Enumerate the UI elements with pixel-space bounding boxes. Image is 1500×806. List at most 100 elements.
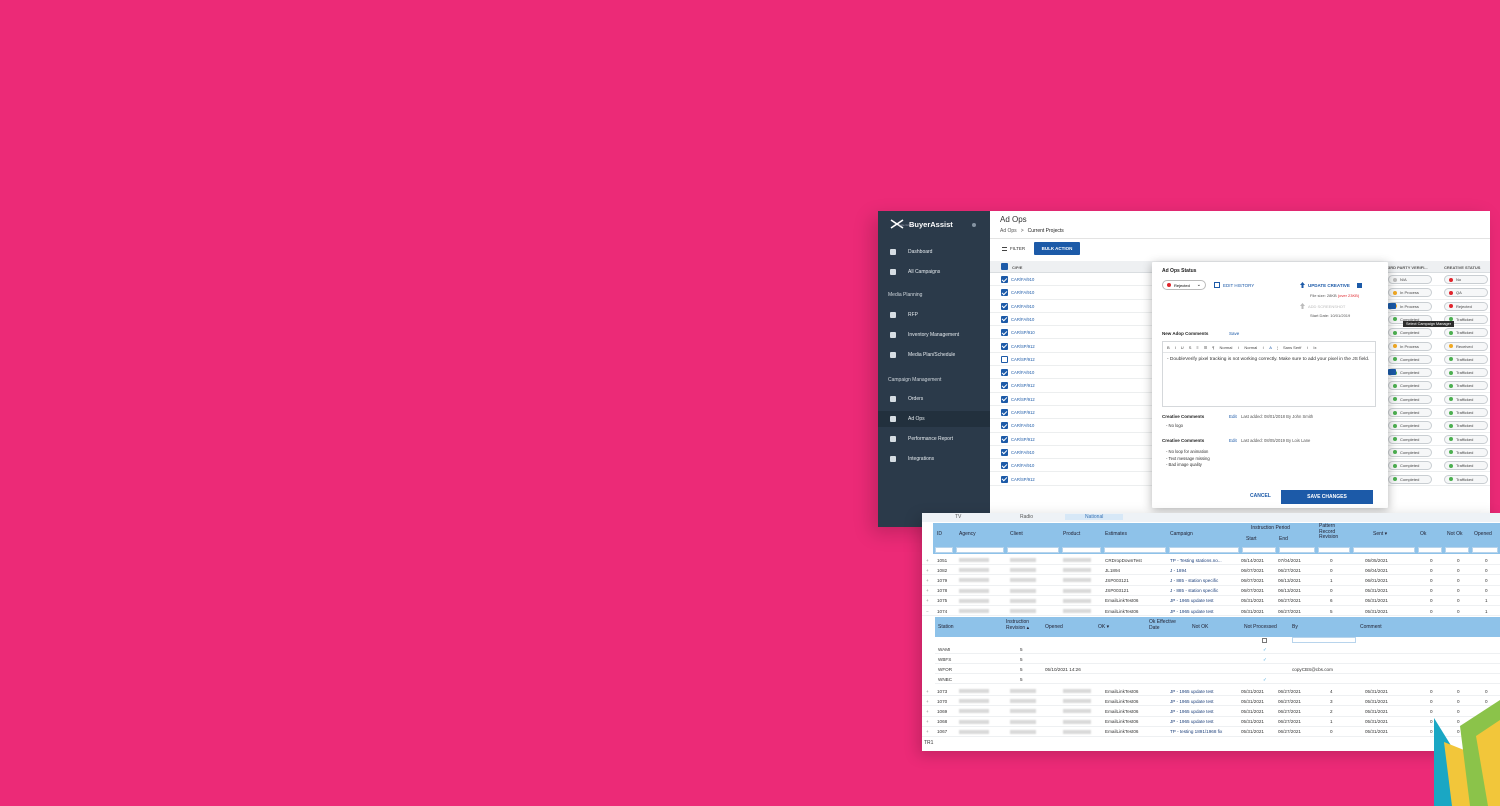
cell-campaign[interactable]: JP - 1965 update test xyxy=(1170,709,1214,714)
filter-input[interactable] xyxy=(935,547,953,553)
bulk-action-button[interactable]: BULK ACTION xyxy=(1034,242,1080,255)
row-checkbox[interactable] xyxy=(1001,355,1008,363)
tab-radio[interactable]: Radio xyxy=(1020,514,1033,520)
row-checkbox[interactable] xyxy=(1001,329,1008,337)
comment-icon[interactable] xyxy=(1388,369,1396,375)
row-checkbox[interactable] xyxy=(1001,435,1008,443)
project-id-link[interactable]: CAR/SP/912 xyxy=(1011,410,1035,415)
col-by[interactable]: By xyxy=(1292,624,1298,630)
table-row[interactable]: +1073 EmailLinkTest06 JP - 1965 update tes… xyxy=(922,686,1500,697)
project-id-link[interactable]: CAR/SP/910 xyxy=(1011,330,1035,335)
filter-input[interactable] xyxy=(1007,547,1059,553)
col-client[interactable]: Client xyxy=(1010,531,1023,537)
creative-status-badge[interactable]: QA xyxy=(1444,288,1488,298)
cell-campaign[interactable]: TP - Testing stations.no... xyxy=(1170,558,1222,563)
filter-input[interactable] xyxy=(1062,547,1101,553)
cell-campaign[interactable]: JP - 1965 update test xyxy=(1170,699,1214,704)
col-station[interactable]: Station xyxy=(938,624,954,630)
cell-campaign[interactable]: JP - 1965 update test xyxy=(1170,609,1214,614)
col-opened[interactable]: Opened xyxy=(1045,624,1063,630)
filter-input[interactable] xyxy=(1445,547,1469,553)
project-id-link[interactable]: CAR/SP/912 xyxy=(1011,383,1035,388)
filter-input[interactable] xyxy=(1318,547,1350,553)
table-row[interactable]: +1067 EmailLinkTest06 TP - testing 1891/19… xyxy=(922,727,1500,737)
table-row[interactable]: +1051 CRDropDownTest TP - Testing stations… xyxy=(922,555,1500,566)
verification-status-badge[interactable]: Completed xyxy=(1388,328,1432,338)
editor-tool-button[interactable]: ¶ xyxy=(1212,345,1214,350)
col-instruction-revision[interactable]: Instruction Revision ▴ xyxy=(1006,619,1038,631)
creative-status-badge[interactable]: Received xyxy=(1444,341,1488,351)
sidebar-item-media-plan-schedule[interactable]: Media Plan/Schedule xyxy=(878,347,990,363)
creative-status-badge[interactable]: Trafficked xyxy=(1444,461,1488,471)
verification-status-badge[interactable]: Completed xyxy=(1388,394,1432,404)
breadcrumb-parent[interactable]: Ad Ops xyxy=(1000,228,1017,234)
filter-button[interactable]: FILTER xyxy=(1002,246,1025,251)
creative-status-badge[interactable]: No xyxy=(1444,275,1488,284)
col-product[interactable]: Product xyxy=(1063,531,1080,537)
editor-tool-button[interactable]: ☰ xyxy=(1204,345,1208,350)
add-screenshot-button[interactable]: ADD SCREENSHOT xyxy=(1300,303,1345,309)
verification-status-badge[interactable]: In Process xyxy=(1388,341,1432,351)
col-estimates[interactable]: Estimates xyxy=(1105,531,1127,537)
expand-row-toggle[interactable]: + xyxy=(926,689,929,694)
sidebar-item-ad-ops[interactable]: Ad Ops xyxy=(878,411,990,427)
filter-checkbox[interactable] xyxy=(1262,638,1267,643)
editor-tool-button[interactable]: A xyxy=(1269,345,1272,350)
row-checkbox[interactable] xyxy=(1001,382,1008,390)
row-checkbox[interactable] xyxy=(1001,302,1008,310)
row-checkbox[interactable] xyxy=(1001,395,1008,403)
filter-input[interactable] xyxy=(1418,547,1442,553)
edit-link[interactable]: Edit xyxy=(1229,414,1237,419)
editor-tool-button[interactable]: Sans Serif xyxy=(1283,345,1301,350)
editor-tool-button[interactable]: ↕ xyxy=(1262,345,1264,350)
expand-row-toggle[interactable]: + xyxy=(926,558,929,563)
filter-input[interactable] xyxy=(1104,547,1166,553)
filter-input[interactable] xyxy=(956,547,1004,553)
project-id-link[interactable]: CAR/FA/910 xyxy=(1011,370,1034,375)
station-row[interactable]: WAMI 5 ✓ xyxy=(935,644,1500,654)
status-dropdown[interactable]: Rejected ⌄ xyxy=(1162,280,1206,290)
cancel-button[interactable]: CANCEL xyxy=(1250,493,1271,499)
row-checkbox[interactable] xyxy=(1001,342,1008,350)
editor-tool-button[interactable]: ↕ xyxy=(1306,345,1308,350)
col-start[interactable]: Start xyxy=(1246,536,1257,542)
editor-tool-button[interactable]: ¦ xyxy=(1277,345,1278,350)
creative-status-badge[interactable]: Trafficked xyxy=(1444,434,1488,444)
editor-tool-button[interactable]: ↕ xyxy=(1237,345,1239,350)
verification-status-badge[interactable]: Completed xyxy=(1388,354,1432,364)
sidebar-item-performance-report[interactable]: Performance Report xyxy=(878,431,990,447)
col-ok[interactable]: OK ▾ xyxy=(1098,624,1109,630)
verification-status-badge[interactable]: Completed xyxy=(1388,408,1432,417)
verification-status-badge[interactable]: Completed xyxy=(1388,434,1432,444)
filter-input[interactable] xyxy=(1242,547,1276,553)
cell-campaign[interactable]: J - 885 - station specific xyxy=(1170,578,1218,583)
station-row[interactable]: WBFS 5 ✓ xyxy=(935,654,1500,664)
verification-status-badge[interactable]: Completed xyxy=(1388,474,1432,484)
col-ok-effective-date[interactable]: Ok Effective Date xyxy=(1149,619,1181,631)
table-row[interactable]: +1079 JSP003121 J - 885 - station specific… xyxy=(922,575,1500,586)
creative-status-badge[interactable]: Trafficked xyxy=(1444,354,1488,364)
col-opened[interactable]: Opened xyxy=(1474,531,1492,537)
preview-icon[interactable] xyxy=(1356,282,1362,288)
cell-campaign[interactable]: J - 885 - station specific xyxy=(1170,588,1218,593)
table-row[interactable]: +1070 EmailLinkTest06 JP - 1965 update tes… xyxy=(922,696,1500,707)
project-id-link[interactable]: CAR/SP/912 xyxy=(1011,437,1035,442)
cell-campaign[interactable]: TP - testing 1891/1968 fix xyxy=(1170,729,1222,734)
creative-status-badge[interactable]: Trafficked xyxy=(1444,394,1488,404)
verification-status-badge[interactable]: Completed xyxy=(1388,421,1432,431)
editor-tool-button[interactable]: Normal xyxy=(1244,345,1257,350)
expand-row-toggle[interactable]: + xyxy=(926,709,929,714)
creative-status-badge[interactable]: Trafficked xyxy=(1444,408,1488,417)
creative-status-badge[interactable]: Trafficked xyxy=(1444,421,1488,431)
row-checkbox[interactable] xyxy=(1001,315,1008,323)
tab-national[interactable]: National xyxy=(1065,514,1124,520)
project-id-link[interactable]: CAR/FA/910 xyxy=(1011,317,1034,322)
editor-tool-button[interactable]: B xyxy=(1167,345,1170,350)
filter-input[interactable] xyxy=(1169,547,1239,553)
sidebar-item-all-campaigns[interactable]: All Campaigns xyxy=(878,264,990,280)
row-checkbox[interactable] xyxy=(1001,369,1008,377)
verification-status-badge[interactable]: Completed xyxy=(1388,461,1432,471)
col-sent[interactable]: Sent ▾ xyxy=(1373,531,1387,537)
column-creative-status[interactable]: CREATIVE STATUS xyxy=(1444,265,1480,270)
col-end[interactable]: End xyxy=(1279,536,1288,542)
